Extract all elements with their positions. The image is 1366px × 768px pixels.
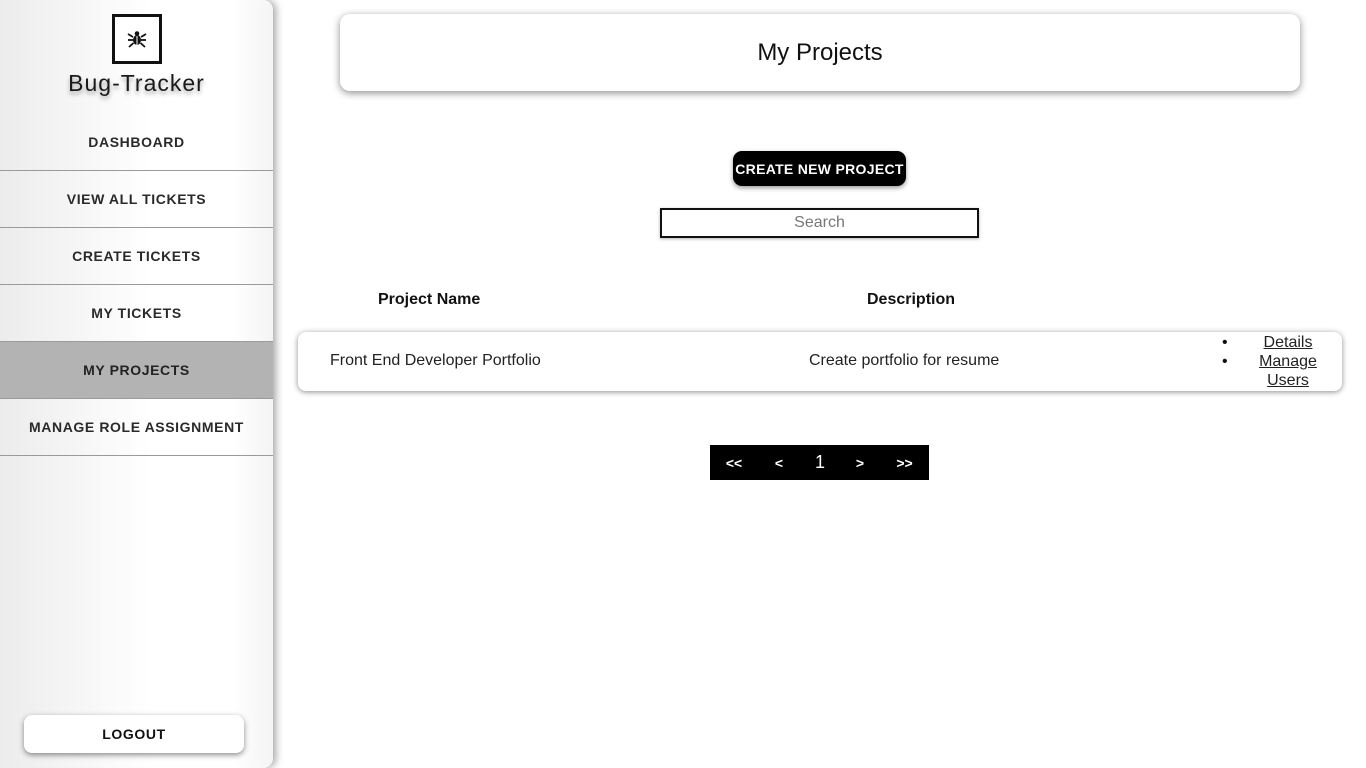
logout-button[interactable]: LOGOUT bbox=[24, 715, 244, 753]
row-action-item: • Details bbox=[1216, 333, 1326, 352]
logo bbox=[112, 14, 162, 64]
previous-page-button[interactable]: < bbox=[758, 445, 800, 480]
project-name-cell: Front End Developer Portfolio bbox=[330, 352, 541, 369]
sidebar-item-dashboard[interactable]: DASHBOARD bbox=[0, 114, 273, 171]
sidebar-item-my-tickets[interactable]: MY TICKETS bbox=[0, 285, 273, 342]
brand-name: Bug-Tracker bbox=[68, 70, 205, 96]
bug-icon bbox=[127, 31, 147, 48]
column-header-project-name: Project Name bbox=[378, 291, 481, 308]
current-page-number[interactable]: 1 bbox=[800, 445, 840, 480]
column-header-description: Description bbox=[867, 291, 956, 308]
table-row: Front End Developer Portfolio Create por… bbox=[298, 332, 1342, 391]
sidebar-item-create-tickets[interactable]: CREATE TICKETS bbox=[0, 228, 273, 285]
manage-users-link[interactable]: Manage Users bbox=[1253, 352, 1323, 390]
sidebar-item-my-projects[interactable]: MY PROJECTS bbox=[0, 342, 273, 399]
row-actions-list: • Details • Manage Users bbox=[1216, 333, 1326, 390]
bullet-icon: • bbox=[1222, 353, 1228, 370]
sidebar: Bug-Tracker DASHBOARD VIEW ALL TICKETS C… bbox=[0, 0, 273, 768]
page-title-card: My Projects bbox=[340, 14, 1300, 91]
next-page-button[interactable]: > bbox=[840, 445, 880, 480]
pagination: << < 1 > >> bbox=[710, 445, 929, 480]
page-title: My Projects bbox=[757, 38, 883, 66]
search-input[interactable] bbox=[660, 208, 979, 238]
project-description-cell: Create portfolio for resume bbox=[809, 352, 1000, 369]
sidebar-item-view-all-tickets[interactable]: VIEW ALL TICKETS bbox=[0, 171, 273, 228]
first-page-button[interactable]: << bbox=[710, 445, 758, 480]
sidebar-nav: DASHBOARD VIEW ALL TICKETS CREATE TICKET… bbox=[0, 114, 273, 456]
create-new-project-button[interactable]: CREATE NEW PROJECT bbox=[733, 151, 906, 186]
sidebar-item-manage-role-assignment[interactable]: MANAGE ROLE ASSIGNMENT bbox=[0, 399, 273, 456]
row-action-item: • Manage Users bbox=[1216, 352, 1326, 390]
bullet-icon: • bbox=[1222, 334, 1228, 351]
details-link[interactable]: Details bbox=[1253, 333, 1323, 352]
last-page-button[interactable]: >> bbox=[880, 445, 929, 480]
